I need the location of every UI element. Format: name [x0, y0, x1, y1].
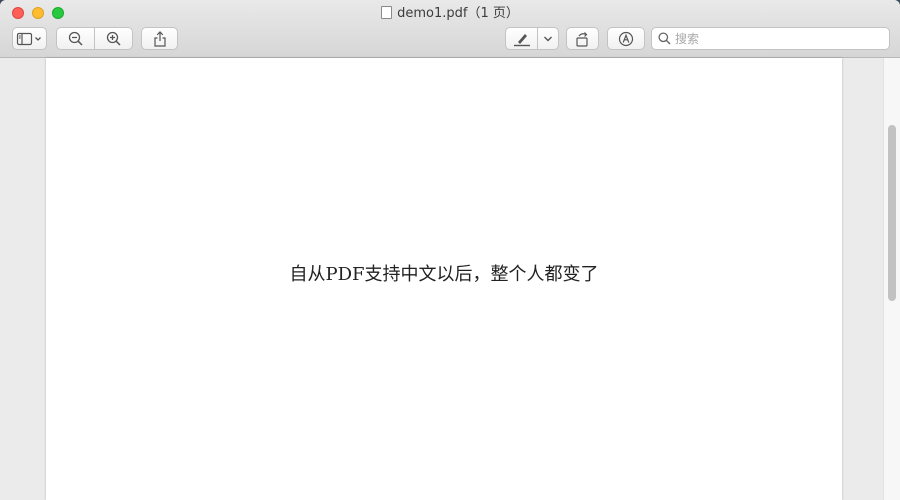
pen-icon	[513, 33, 530, 46]
preview-window: demo1.pdf（1 页） 搜索 自从PDF支持中文以后，整个人都变了	[0, 0, 900, 500]
rotate-icon	[575, 31, 588, 47]
sidebar-toggle-button[interactable]	[12, 27, 47, 50]
vertical-scrollbar[interactable]	[883, 58, 900, 500]
page-text: 自从PDF支持中文以后，整个人都变了	[289, 264, 599, 285]
markup-pen-button[interactable]	[505, 27, 538, 50]
scrollbar-thumb[interactable]	[888, 125, 896, 301]
markup-menu-button[interactable]	[537, 27, 559, 50]
chevron-down-icon	[544, 36, 552, 41]
zoom-in-button[interactable]	[94, 27, 133, 50]
zoom-out-button[interactable]	[56, 27, 95, 50]
pdf-document-icon	[381, 6, 393, 19]
search-icon	[658, 32, 671, 45]
annotate-icon	[618, 31, 634, 46]
annotate-button[interactable]	[607, 27, 645, 50]
search-input[interactable]	[675, 31, 875, 46]
sidebar-icon	[16, 32, 41, 45]
share-button[interactable]	[141, 27, 178, 50]
pdf-page: 自从PDF支持中文以后，整个人都变了	[46, 58, 842, 500]
document-viewport[interactable]: 自从PDF支持中文以后，整个人都变了	[0, 58, 900, 500]
share-icon	[153, 30, 166, 47]
zoom-in-icon	[106, 31, 121, 46]
title-bar: demo1.pdf（1 页）	[0, 0, 900, 58]
rotate-button[interactable]	[566, 27, 599, 50]
window-title: demo1.pdf（1 页）	[397, 6, 519, 21]
search-field[interactable]	[651, 27, 890, 50]
zoom-out-icon	[68, 31, 83, 46]
window-title-container: demo1.pdf（1 页）	[0, 5, 900, 23]
